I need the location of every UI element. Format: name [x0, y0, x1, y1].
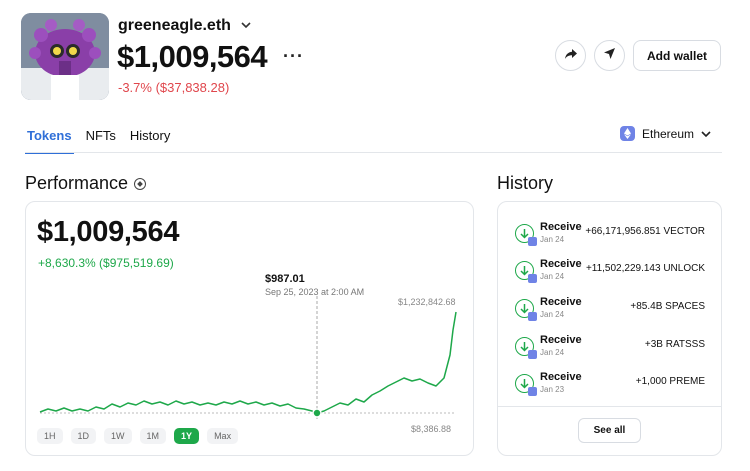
wallet-name-selector[interactable]: greeneagle.eth	[118, 17, 251, 35]
send-button[interactable]	[594, 40, 625, 71]
history-item-type: Receive	[540, 221, 582, 233]
tab-bar: Tokens NFTs History	[25, 128, 172, 154]
performance-change: +8,630.3% ($975,519.69)	[38, 256, 174, 270]
performance-chart[interactable]	[26, 270, 466, 420]
performance-title: Performance	[25, 173, 129, 193]
see-all-button[interactable]: See all	[578, 418, 641, 443]
info-icon[interactable]	[134, 177, 147, 190]
tab-tokens[interactable]: Tokens	[25, 128, 74, 154]
chart-max-label: $1,232,842.68	[398, 297, 456, 307]
chart-price-line	[39, 311, 457, 414]
tab-history[interactable]: History	[128, 128, 172, 154]
history-item-date: Jan 24	[540, 348, 565, 357]
share-button[interactable]	[555, 40, 586, 71]
more-options-button[interactable]: ···	[283, 46, 304, 67]
history-item-amount: +66,171,956.851 VECTOR	[585, 226, 705, 237]
share-icon	[564, 47, 578, 65]
receive-icon	[515, 374, 537, 396]
chevron-down-icon	[701, 127, 711, 141]
range-1w-button[interactable]: 1W	[104, 428, 132, 444]
range-1d-button[interactable]: 1D	[70, 428, 97, 444]
history-item[interactable]: Receive Jan 24 +85.4B SPACES	[515, 295, 705, 325]
chevron-down-icon	[241, 20, 251, 32]
balance-change: -3.7% ($37,838.28)	[118, 80, 230, 95]
range-1h-button[interactable]: 1H	[37, 428, 63, 444]
history-item-amount: +3B RATSSS	[644, 339, 705, 350]
wallet-name: greeneagle.eth	[118, 17, 231, 34]
time-range-selector: 1H 1D 1W 1M 1Y Max	[37, 428, 239, 444]
performance-heading: Performance	[25, 173, 147, 194]
history-divider	[498, 406, 721, 407]
history-item[interactable]: Receive Jan 24 +66,171,956.851 VECTOR	[515, 220, 705, 250]
receive-icon	[515, 224, 537, 246]
history-item-amount: +85.4B SPACES	[630, 301, 705, 312]
send-icon	[603, 47, 616, 65]
history-item-type: Receive	[540, 371, 582, 383]
chart-tooltip-date: Sep 25, 2023 at 2:00 AM	[265, 287, 365, 297]
wallet-balance: $1,009,564	[117, 39, 268, 74]
tabs-divider	[25, 152, 722, 153]
history-item-type: Receive	[540, 258, 582, 270]
network-selector[interactable]: Ethereum	[620, 126, 711, 141]
history-item-date: Jan 24	[540, 272, 565, 281]
history-item-amount: +11,502,229.143 UNLOCK	[585, 263, 705, 274]
history-item-type: Receive	[540, 296, 582, 308]
add-wallet-button[interactable]: Add wallet	[633, 40, 721, 71]
history-item-date: Jan 24	[540, 235, 565, 244]
receive-icon	[515, 299, 537, 321]
tab-nfts[interactable]: NFTs	[84, 128, 118, 154]
history-item-date: Jan 24	[540, 310, 565, 319]
history-item[interactable]: Receive Jan 24 +11,502,229.143 UNLOCK	[515, 257, 705, 287]
history-item-type: Receive	[540, 334, 582, 346]
history-item-date: Jan 23	[540, 385, 565, 394]
chart-min-label: $8,386.88	[411, 424, 452, 434]
receive-icon	[515, 337, 537, 359]
ethereum-icon	[620, 126, 635, 141]
range-1y-button[interactable]: 1Y	[174, 428, 200, 444]
receive-icon	[515, 261, 537, 283]
range-max-button[interactable]: Max	[207, 428, 239, 444]
chart-tooltip-value: $987.01	[265, 273, 305, 285]
performance-value: $1,009,564	[37, 216, 180, 248]
history-title: History	[497, 173, 554, 193]
history-item[interactable]: Receive Jan 23 +1,000 PREME	[515, 370, 705, 400]
chart-hover-point	[312, 408, 322, 418]
history-item-amount: +1,000 PREME	[635, 376, 705, 387]
avatar	[21, 13, 109, 100]
network-label: Ethereum	[642, 126, 695, 141]
range-1m-button[interactable]: 1M	[139, 428, 167, 444]
history-item[interactable]: Receive Jan 24 +3B RATSSS	[515, 333, 705, 363]
